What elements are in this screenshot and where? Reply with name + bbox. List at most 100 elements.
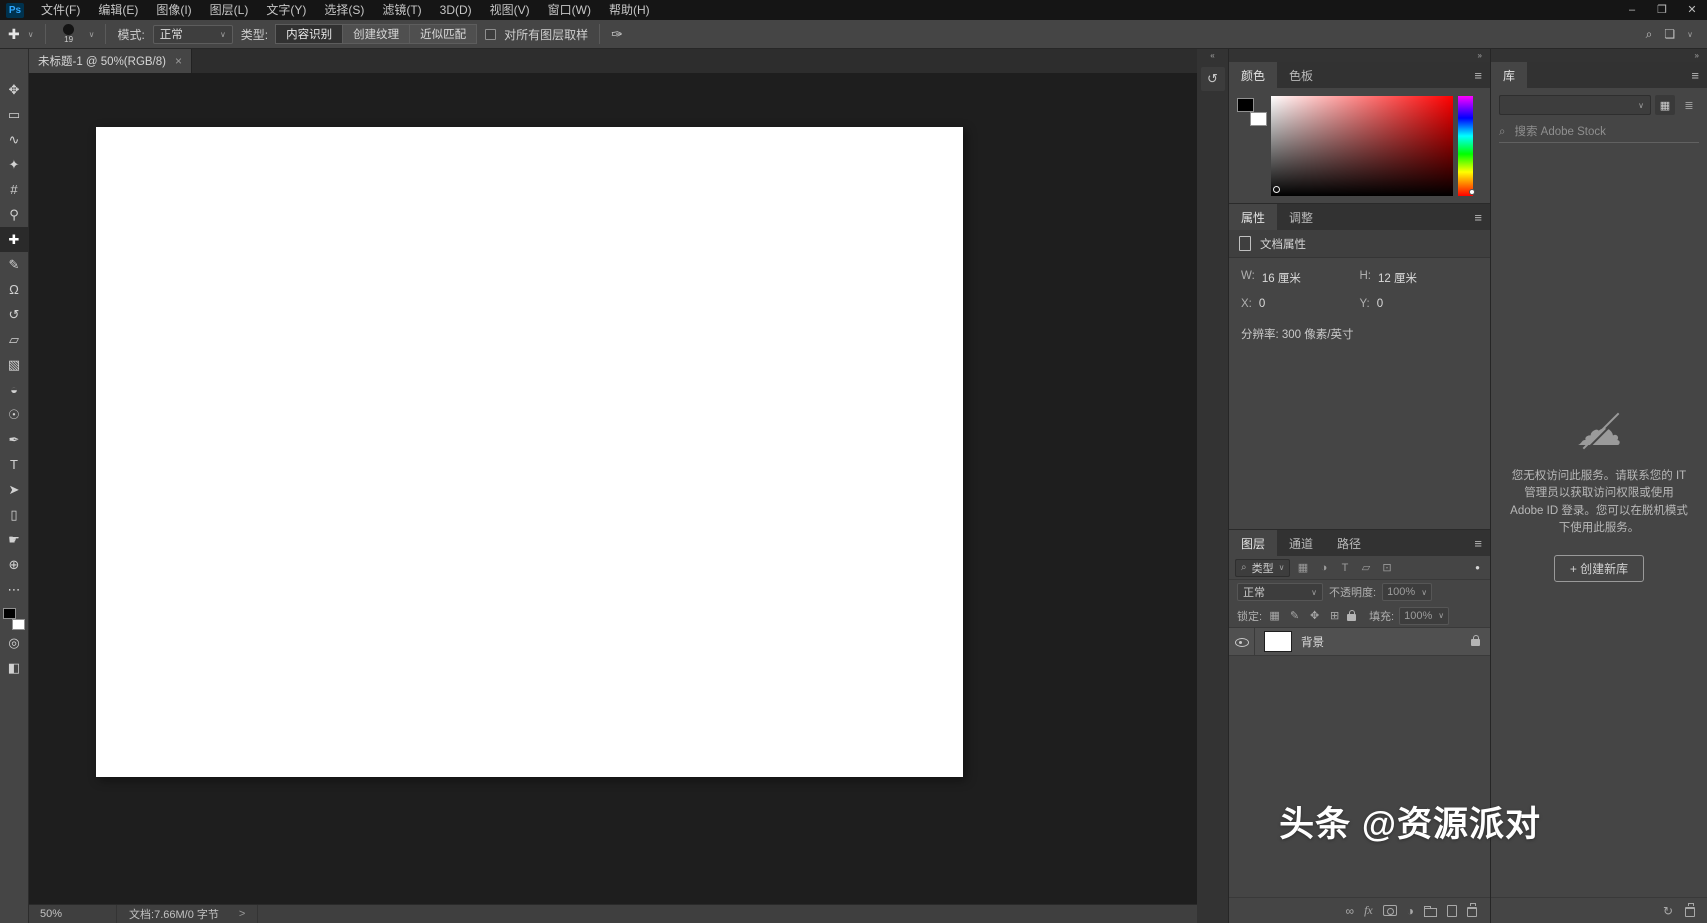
delete-layer-icon[interactable] bbox=[1467, 903, 1477, 917]
hand-tool[interactable]: ☛ bbox=[0, 527, 29, 552]
canvas[interactable] bbox=[29, 73, 1197, 904]
lock-image-pixels-icon[interactable]: ✎ bbox=[1287, 609, 1302, 622]
screen-mode-button[interactable]: ◧ bbox=[0, 655, 29, 680]
maximize-button[interactable]: ❐ bbox=[1647, 0, 1677, 20]
eyedropper-tool[interactable]: ⚲ bbox=[0, 202, 29, 227]
blur-tool[interactable]: ◒ bbox=[0, 377, 29, 402]
saturation-brightness-field[interactable] bbox=[1271, 96, 1453, 196]
pixel-layer-filter-icon[interactable]: ▦ bbox=[1294, 561, 1311, 574]
tab-adjustments[interactable]: 调整 bbox=[1277, 204, 1325, 230]
library-search-field[interactable]: ⌕ bbox=[1499, 122, 1699, 143]
library-dropdown[interactable]: ∨ bbox=[1499, 95, 1651, 115]
panel-menu-icon[interactable]: ≡ bbox=[1474, 536, 1490, 551]
zoom-level-field[interactable]: 50% bbox=[29, 908, 74, 920]
dodge-tool[interactable]: ☉ bbox=[0, 402, 29, 427]
shape-layer-filter-icon[interactable]: ▱ bbox=[1357, 561, 1374, 574]
layer-blend-mode-dropdown[interactable]: 正常 ∨ bbox=[1237, 583, 1323, 601]
search-icon[interactable]: ⌕ bbox=[1646, 27, 1653, 42]
chevron-down-icon[interactable]: ∨ bbox=[1687, 30, 1693, 39]
gradient-tool[interactable]: ▧ bbox=[0, 352, 29, 377]
sample-all-layers-checkbox[interactable] bbox=[485, 28, 497, 40]
spot-healing-brush-tool[interactable]: ✚ bbox=[0, 227, 29, 252]
close-button[interactable]: ✕ bbox=[1677, 0, 1707, 20]
panel-menu-icon[interactable]: ≡ bbox=[1474, 210, 1490, 225]
fill-field[interactable]: 100% ∨ bbox=[1399, 606, 1450, 625]
layer-filter-dropdown[interactable]: ⌕ 类型 ∨ bbox=[1235, 558, 1291, 577]
tab-paths[interactable]: 路径 bbox=[1325, 530, 1373, 556]
tab-color[interactable]: 颜色 bbox=[1229, 62, 1278, 88]
eraser-tool[interactable]: ▱ bbox=[0, 327, 29, 352]
type-layer-filter-icon[interactable]: T bbox=[1336, 562, 1353, 574]
tab-layers[interactable]: 图层 bbox=[1229, 530, 1278, 556]
workspace-switcher-icon[interactable]: ❏ bbox=[1664, 27, 1675, 41]
lasso-tool[interactable]: ∿ bbox=[0, 127, 29, 152]
content-aware-button[interactable]: 内容识别 bbox=[275, 24, 344, 44]
blend-mode-dropdown[interactable]: 正常 ∨ bbox=[152, 24, 233, 44]
new-adjustment-layer-icon[interactable]: ◑ bbox=[1407, 904, 1414, 918]
lock-artboard-icon[interactable]: ⊞ bbox=[1327, 609, 1342, 622]
rectangular-marquee-tool[interactable]: ▭ bbox=[0, 102, 29, 127]
collapse-panels-icon[interactable]: » bbox=[1478, 51, 1482, 60]
link-layers-icon[interactable]: ∞ bbox=[1346, 904, 1355, 918]
foreground-color-swatch[interactable] bbox=[1237, 98, 1254, 112]
list-view-icon[interactable]: ≣ bbox=[1679, 95, 1699, 115]
path-selection-tool[interactable]: ➤ bbox=[0, 477, 29, 502]
collapse-panels-icon[interactable]: » bbox=[1695, 51, 1699, 60]
background-color-swatch[interactable] bbox=[12, 619, 25, 630]
pen-tool[interactable]: ✒ bbox=[0, 427, 29, 452]
menu-filter[interactable]: 滤镜(T) bbox=[373, 0, 430, 20]
add-layer-mask-icon[interactable] bbox=[1382, 905, 1397, 916]
expand-panels-icon[interactable]: « bbox=[1210, 49, 1214, 62]
layer-name[interactable]: 背景 bbox=[1301, 634, 1324, 650]
brush-size-picker[interactable]: 19 bbox=[57, 24, 81, 44]
history-brush-tool[interactable]: ↺ bbox=[0, 302, 29, 327]
menu-select[interactable]: 选择(S) bbox=[315, 0, 373, 20]
tool-preset-arrow-icon[interactable]: ∨ bbox=[28, 30, 34, 39]
panel-menu-icon[interactable]: ≡ bbox=[1474, 68, 1490, 83]
menu-layer[interactable]: 图层(L) bbox=[201, 0, 258, 20]
create-texture-button[interactable]: 创建纹理 bbox=[342, 24, 411, 44]
document-tab[interactable]: 未标题-1 @ 50%(RGB/8) × bbox=[29, 49, 192, 73]
opacity-field[interactable]: 100% ∨ bbox=[1382, 583, 1433, 601]
search-input[interactable] bbox=[1512, 125, 1663, 139]
filter-toggle-icon[interactable]: ● bbox=[1475, 563, 1484, 572]
lock-all-icon[interactable] bbox=[1347, 610, 1357, 621]
hue-slider[interactable] bbox=[1458, 96, 1475, 196]
proximity-match-button[interactable]: 近似匹配 bbox=[409, 24, 478, 44]
menu-window[interactable]: 窗口(W) bbox=[539, 0, 600, 20]
layer-row-background[interactable]: 背景 bbox=[1229, 628, 1490, 656]
foreground-color-swatch[interactable] bbox=[3, 608, 16, 619]
quick-mask-button[interactable]: ◎ bbox=[0, 630, 29, 655]
layer-thumbnail[interactable] bbox=[1264, 631, 1292, 652]
lock-transparent-pixels-icon[interactable]: ▦ bbox=[1267, 609, 1282, 622]
create-library-button[interactable]: + 创建新库 bbox=[1553, 555, 1645, 582]
menu-image[interactable]: 图像(I) bbox=[147, 0, 200, 20]
brush-picker-arrow-icon[interactable]: ∨ bbox=[89, 30, 95, 39]
document-canvas[interactable] bbox=[96, 127, 963, 777]
add-layer-style-icon[interactable]: fx bbox=[1364, 903, 1373, 918]
visibility-toggle[interactable] bbox=[1229, 628, 1255, 655]
tab-channels[interactable]: 通道 bbox=[1277, 530, 1325, 556]
clone-stamp-tool[interactable]: Ω bbox=[0, 277, 29, 302]
move-tool[interactable]: ✥ bbox=[0, 77, 29, 102]
color-swatch-pair[interactable] bbox=[1237, 98, 1267, 126]
sync-icon[interactable]: ↻ bbox=[1663, 904, 1673, 918]
type-tool[interactable]: T bbox=[0, 452, 29, 477]
brush-tool[interactable]: ✎ bbox=[0, 252, 29, 277]
color-cursor-icon[interactable] bbox=[1273, 186, 1280, 193]
new-layer-icon[interactable] bbox=[1447, 904, 1457, 917]
menu-view[interactable]: 视图(V) bbox=[481, 0, 539, 20]
history-panel-icon[interactable]: ↺ bbox=[1200, 67, 1225, 91]
smart-object-filter-icon[interactable]: ⊡ bbox=[1378, 561, 1395, 574]
background-color-swatch[interactable] bbox=[1250, 112, 1267, 126]
menu-help[interactable]: 帮助(H) bbox=[600, 0, 659, 20]
crop-tool[interactable]: # bbox=[0, 177, 29, 202]
pen-pressure-icon[interactable]: ✑ bbox=[611, 26, 623, 43]
minimize-button[interactable]: – bbox=[1617, 0, 1647, 20]
status-chevron-icon[interactable]: > bbox=[239, 908, 245, 920]
tab-libraries[interactable]: 库 bbox=[1491, 62, 1528, 88]
rectangle-tool[interactable]: ▯ bbox=[0, 502, 29, 527]
menu-type[interactable]: 文字(Y) bbox=[257, 0, 315, 20]
new-group-icon[interactable] bbox=[1424, 905, 1437, 917]
quick-selection-tool[interactable]: ✦ bbox=[0, 152, 29, 177]
